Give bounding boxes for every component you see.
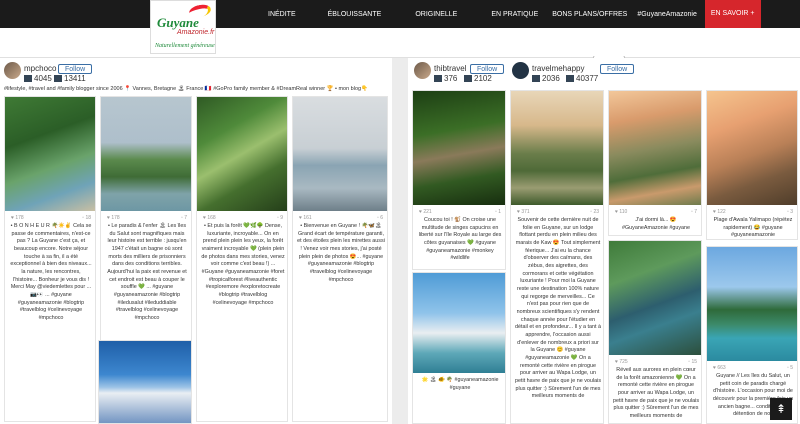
follow-button[interactable]: Follow	[600, 64, 635, 74]
post-caption: Réveil aux aurores en plein cœur de la f…	[613, 367, 700, 420]
post-image[interactable]	[609, 91, 701, 205]
nav-item-guyane-amazonie[interactable]: #GuyaneAmazonie	[637, 11, 697, 18]
post-card[interactable]: ♥ 168 ▫ 9 • Et puis la forêt 💚🌿🌳 Dense, l…	[196, 96, 288, 422]
follower-count: 40377	[566, 74, 598, 83]
nav-item-inedite[interactable]: INÉDITE	[268, 11, 296, 18]
post-meta: ♥ 371 ▫ 23	[517, 209, 599, 215]
logo-line2: Amazonie.fr	[177, 29, 215, 36]
post-caption: Souvenir de cette dernière nuit de folie…	[515, 217, 602, 400]
instagram-feed-left: mpchoco Follow 4045 13411 #lifestyle, #t…	[0, 58, 392, 424]
post-image[interactable]	[101, 97, 191, 211]
profile-bio: #lifestyle, #travel and #family blogger …	[4, 86, 368, 92]
post-meta: ♥ 725 ▫ 15	[615, 359, 697, 365]
user-icon	[464, 75, 472, 82]
follow-button[interactable]: Follow	[58, 64, 93, 74]
post-card[interactable]: ♥ 122 ▫ 3 Plage d'Awala Yalimapo (répétez…	[706, 90, 798, 240]
post-caption: Plage d'Awala Yalimapo (répétez rapideme…	[713, 217, 793, 239]
follow-button[interactable]: Follow	[470, 64, 505, 74]
main-menu: INÉDITE ÉBLOUISSANTE ORIGINELLE EN PRATI…	[262, 0, 761, 28]
post-meta: ♥ 221 ▫ 1	[419, 209, 501, 215]
post-image[interactable]	[413, 91, 505, 205]
logo-tagline: Naturellement généreuse	[155, 43, 215, 49]
post-image[interactable]	[413, 273, 505, 373]
post-image[interactable]	[707, 247, 797, 361]
post-caption: • B O N H E U R 🌴☀️✌️ Cela se passe de c…	[10, 223, 92, 322]
post-image[interactable]	[293, 97, 387, 211]
user-icon	[54, 75, 62, 82]
scroll-top-icon[interactable]: ⇞	[770, 398, 792, 420]
avatar[interactable]	[512, 62, 529, 79]
photo-icon	[24, 75, 32, 82]
post-image[interactable]	[99, 341, 191, 423]
post-meta: ♥ 110 ▫ 7	[615, 209, 697, 215]
post-meta: ♥ 178 ▫ 18	[11, 215, 91, 221]
post-card[interactable]: ♥ 110 ▫ 7 J'ai dormi là... 😍 #GuyaneAmazo…	[608, 90, 702, 236]
post-meta: ♥ 161 ▫ 6	[299, 215, 383, 221]
post-image[interactable]	[609, 241, 701, 355]
sub-header	[0, 28, 800, 80]
follower-count: 2102	[464, 74, 492, 83]
post-image[interactable]	[707, 91, 797, 205]
photo-count: 376	[434, 74, 457, 83]
site-logo[interactable]: Guyane Amazonie.fr Naturellement généreu…	[150, 0, 216, 54]
post-card[interactable]: 🌟 🏝 🐠 🌴 #guyaneamazonie #guyane	[412, 272, 506, 424]
photo-count: 4045	[24, 74, 52, 83]
post-caption: • Le paradis & l'enfer 🏝 Les îles du Sal…	[107, 223, 187, 322]
post-caption: • Bienvenue en Guyane ! 🌴🦋🏝 Grand écart …	[297, 223, 385, 283]
nav-item-bons-plans[interactable]: BONS PLANS/OFFRES	[552, 11, 627, 18]
post-meta: ♥ 178 ▫ 7	[107, 215, 187, 221]
post-caption: Coucou toi ! 🐒 On croise une multitude d…	[418, 217, 502, 262]
post-caption: J'ai dormi là... 😍 #GuyaneAmazonie #guya…	[621, 217, 691, 231]
avatar[interactable]	[4, 62, 21, 79]
username[interactable]: mpchoco	[24, 64, 56, 73]
photo-icon	[434, 75, 442, 82]
en-savoir-plus-button[interactable]: EN SAVOIR +	[704, 0, 761, 28]
post-caption: 🌟 🏝 🐠 🌴 #guyaneamazonie #guyane	[421, 377, 499, 391]
photo-count: 2036	[532, 74, 560, 83]
nav-item-eblouissante[interactable]: ÉBLOUISSANTE	[328, 11, 382, 18]
post-meta: ♥ 122 ▫ 3	[713, 209, 793, 215]
photo-icon	[532, 75, 540, 82]
post-meta: ♥ 168 ▫ 9	[203, 215, 283, 221]
post-caption: • Et puis la forêt 💚🌿🌳 Dense, luxuriante…	[201, 223, 285, 306]
username[interactable]: travelmehappy	[532, 64, 584, 73]
post-meta: ♥ 663 ▫ 5	[713, 365, 793, 371]
instagram-feed-right: thibtravel Follow 376 2102 travelmehappy…	[408, 58, 800, 424]
post-image[interactable]	[5, 97, 95, 211]
post-card[interactable]: ♥ 161 ▫ 6 • Bienvenue en Guyane ! 🌴🦋🏝 Gra…	[292, 96, 388, 422]
username[interactable]: thibtravel	[434, 64, 466, 73]
post-image[interactable]	[197, 97, 287, 211]
follower-count: 13411	[54, 74, 86, 83]
post-image[interactable]	[511, 91, 603, 205]
avatar[interactable]	[414, 62, 431, 79]
post-card[interactable]: ♥ 371 ▫ 23 Souvenir de cette dernière nui…	[510, 90, 604, 424]
post-card[interactable]: ♥ 178 ▫ 18 • B O N H E U R 🌴☀️✌️ Cela se …	[4, 96, 96, 422]
post-card[interactable]: ♥ 725 ▫ 15 Réveil aux aurores en plein cœ…	[608, 240, 702, 424]
post-card[interactable]: ♥ 221 ▫ 1 Coucou toi ! 🐒 On croise une mu…	[412, 90, 506, 270]
nav-item-originelle[interactable]: ORIGINELLE	[415, 11, 457, 18]
user-icon	[566, 75, 574, 82]
nav-item-en-pratique[interactable]: EN PRATIQUE	[491, 11, 538, 18]
post-card[interactable]	[98, 340, 192, 424]
